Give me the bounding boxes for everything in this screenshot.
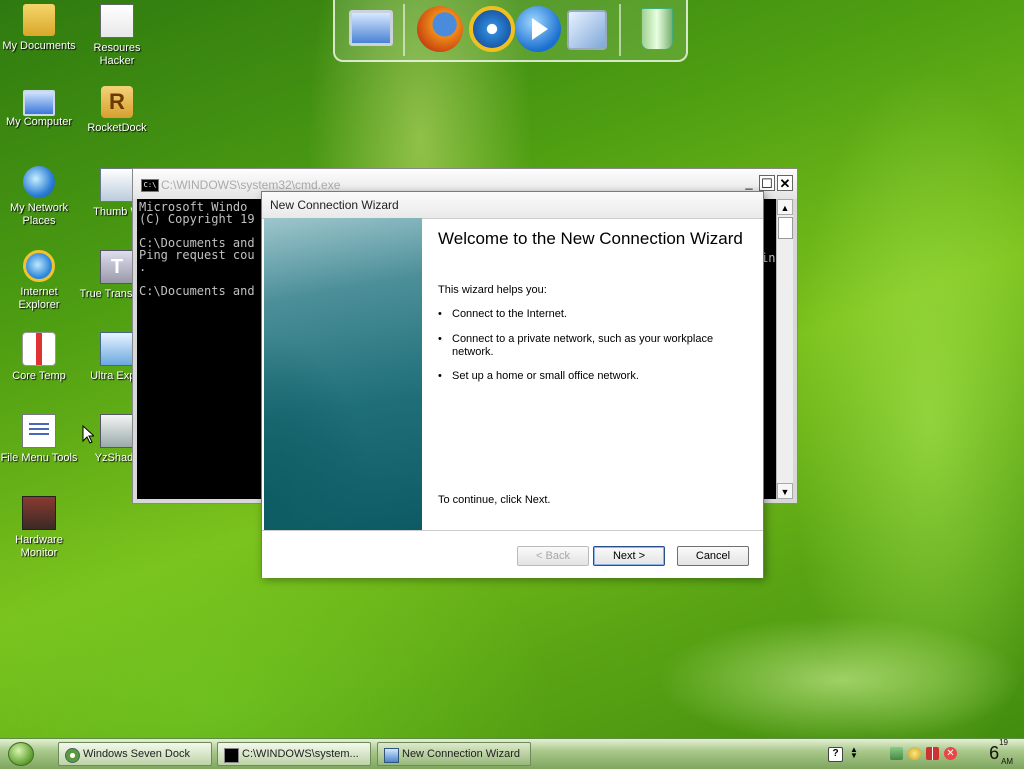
app-tray-icon[interactable]	[926, 747, 939, 760]
bullet-icon: •	[438, 333, 442, 345]
network-tray-icon[interactable]	[890, 747, 903, 760]
computer-icon	[23, 90, 55, 116]
close-button[interactable]: ✕	[777, 175, 793, 191]
maximize-button[interactable]: ☐	[759, 175, 775, 191]
desktop-icon-file-menu-tools[interactable]: File Menu Tools	[0, 414, 78, 465]
internet-explorer-icon[interactable]	[469, 6, 515, 52]
help-icon[interactable]: ?	[828, 747, 843, 762]
firefox-icon[interactable]	[417, 6, 463, 52]
yzshadow-icon	[100, 414, 134, 448]
clock-hour: 6	[989, 743, 1000, 763]
desktop-icon-label: Core Temp	[12, 370, 66, 382]
wizard-icon	[384, 748, 399, 763]
wizard-intro: This wizard helps you:	[438, 284, 547, 296]
true-transparency-icon: T	[100, 250, 134, 284]
scroll-down-icon[interactable]: ▼	[777, 483, 793, 499]
taskbar-item-windows-seven-dock[interactable]: Windows Seven Dock	[58, 742, 212, 766]
scroll-thumb[interactable]	[778, 217, 793, 239]
dock-separator	[619, 4, 621, 56]
desktop-icon-label: My Network Places	[9, 202, 69, 227]
rocketdock-icon: R	[101, 86, 133, 118]
bullet-text: Connect to the Internet.	[452, 308, 567, 320]
back-button[interactable]: < Back	[517, 546, 589, 566]
cancel-button[interactable]: Cancel	[677, 546, 749, 566]
minimize-button[interactable]: _	[741, 175, 757, 191]
smiley-tray-icon[interactable]	[908, 747, 921, 760]
wizard-titlebar[interactable]: New Connection Wizard	[262, 192, 763, 219]
internet-explorer-icon	[23, 250, 55, 282]
taskbar-item-new-connection-wizard[interactable]: New Connection Wizard	[377, 742, 531, 766]
folder-documents-icon	[23, 4, 55, 36]
desktop-icon-rocketdock[interactable]: R RocketDock	[78, 86, 156, 135]
control-panel-icon[interactable]	[567, 10, 607, 50]
next-button[interactable]: Next >	[593, 546, 665, 566]
desktop-icon-resource-hacker[interactable]: Resoures Hacker	[78, 4, 156, 68]
thermometer-icon	[22, 332, 56, 366]
taskbar-item-label: Windows Seven Dock	[83, 748, 190, 760]
thumb-icon	[100, 168, 134, 202]
clock-ampm: AM	[1001, 757, 1014, 766]
taskbar: Windows Seven Dock C:\WINDOWS\system... …	[0, 738, 1024, 769]
desktop-icon-label: Hardware Monitor	[15, 534, 63, 559]
cmd-icon	[224, 748, 239, 763]
dock-bar	[333, 0, 688, 62]
tray-expand-icon[interactable]: ▲ ▼	[850, 746, 860, 760]
clock-minute: 19	[999, 738, 1008, 747]
dock-app-icon	[65, 748, 80, 763]
file-menu-tools-icon	[22, 414, 56, 448]
hardware-monitor-icon	[22, 496, 56, 530]
resource-hacker-icon	[100, 4, 134, 38]
desktop-icon-my-documents[interactable]: My Documents	[0, 4, 78, 53]
wizard-footer: < Back Next > Cancel	[262, 530, 763, 578]
wizard-side-banner	[264, 218, 422, 530]
bullet-icon: •	[438, 370, 442, 382]
bullet-icon: •	[438, 308, 442, 320]
network-icon	[23, 166, 55, 198]
scroll-up-icon[interactable]: ▲	[777, 199, 793, 215]
desktop-icon-label: My Computer	[5, 116, 73, 128]
taskbar-item-label: New Connection Wizard	[402, 748, 520, 760]
start-button[interactable]	[8, 742, 34, 766]
new-connection-wizard-dialog: New Connection Wizard Welcome to the New…	[261, 191, 764, 578]
wizard-continue-text: To continue, click Next.	[438, 494, 551, 506]
desktop-icon-label: RocketDock	[87, 122, 147, 134]
cmd-icon: C:\	[141, 179, 159, 192]
bullet-text: Connect to a private network, such as yo…	[452, 333, 714, 358]
media-player-icon[interactable]	[515, 6, 561, 52]
wizard-title: New Connection Wizard	[270, 198, 399, 212]
my-computer-icon[interactable]	[349, 10, 393, 46]
alert-tray-icon[interactable]: ✕	[944, 747, 957, 760]
desktop-icon-core-temp[interactable]: Core Temp	[0, 332, 78, 383]
console-scrollbar[interactable]: ▲ ▼	[776, 199, 793, 499]
wizard-content: Welcome to the New Connection Wizard Thi…	[438, 218, 758, 530]
wizard-heading: Welcome to the New Connection Wizard	[438, 229, 743, 248]
desktop-icon-label: File Menu Tools	[0, 452, 78, 464]
desktop-icon-my-network-places[interactable]: My Network Places	[0, 166, 78, 228]
taskbar-item-label: C:\WINDOWS\system...	[242, 748, 359, 760]
bullet-text: Set up a home or small office network.	[452, 370, 639, 382]
dock-separator	[403, 4, 405, 56]
desktop-icon-label: Internet Explorer	[18, 286, 60, 311]
ultra-explorer-icon	[100, 332, 134, 366]
taskbar-item-cmd[interactable]: C:\WINDOWS\system...	[217, 742, 371, 766]
desktop-icon-my-computer[interactable]: My Computer	[0, 86, 78, 129]
desktop-icon-internet-explorer[interactable]: Internet Explorer	[0, 250, 78, 312]
desktop-icon-label: Resoures Hacker	[93, 42, 141, 67]
mouse-cursor-icon	[82, 425, 94, 444]
taskbar-clock[interactable]: 619 AM	[989, 738, 1013, 766]
desktop-icon-hardware-monitor[interactable]: Hardware Monitor	[0, 496, 78, 560]
cmd-title: C:\WINDOWS\system32\cmd.exe	[161, 178, 341, 192]
recycle-bin-icon[interactable]	[641, 8, 673, 50]
desktop-icon-label: My Documents	[2, 40, 76, 52]
